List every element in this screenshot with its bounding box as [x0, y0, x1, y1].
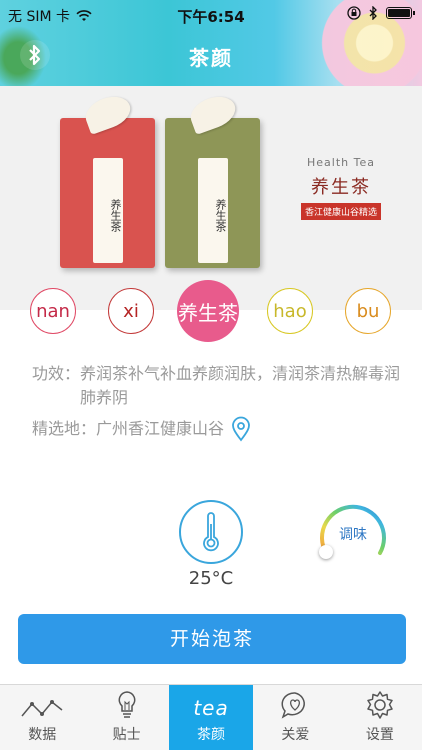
temperature-button[interactable] — [179, 500, 243, 564]
location-pin-icon[interactable] — [230, 416, 252, 442]
tab-label-settings: 设置 — [365, 727, 394, 743]
tab-label-tea: 茶颜 — [197, 727, 226, 743]
tab-bar: 数据 贴士 tea 茶颜 关爱 设置 — [0, 684, 422, 750]
bluetooth-status-icon — [369, 6, 377, 20]
battery-icon — [386, 7, 415, 19]
tea-option-selected[interactable]: 养生茶 — [177, 280, 239, 342]
tea-option-hao[interactable]: hao — [267, 288, 313, 334]
tea-tag — [186, 91, 240, 135]
tab-label-care: 关爱 — [281, 727, 310, 743]
chart-line-icon — [21, 700, 63, 717]
page-title: 茶颜 — [189, 46, 233, 70]
temperature-value: 25°C — [188, 568, 234, 589]
flavor-dial[interactable]: 调味 — [316, 498, 390, 572]
tab-data[interactable]: 数据 — [0, 685, 84, 750]
caption-chinese: 养生茶 — [311, 177, 371, 198]
efficacy-label: 功效： — [32, 364, 81, 383]
efficacy-row: 功效： 养润茶补气补血养颜润肤，清润茶清热解毒润肺养阴 — [32, 362, 402, 410]
tab-care[interactable]: 关爱 — [253, 685, 337, 750]
tab-tea[interactable]: tea 茶颜 — [168, 685, 254, 750]
tea-box-label: 养生茶 — [198, 158, 228, 263]
tea-box-red: 养生茶 — [60, 91, 155, 268]
tea-box-label: 养生茶 — [93, 158, 123, 263]
tea-tag — [81, 91, 135, 135]
header: 无 SIM 卡 下午6:54 茶颜 — [0, 0, 422, 86]
tea-option-xi[interactable]: xi — [108, 288, 154, 334]
rotation-lock-icon — [347, 6, 361, 20]
lightbulb-icon — [118, 691, 136, 718]
tea-option-bu[interactable]: bu — [345, 288, 391, 334]
tea-selector: nan xi 养生茶 hao bu — [0, 280, 422, 342]
heart-chat-icon — [281, 692, 306, 719]
product-caption: Health Tea 养生茶 香江健康山谷精选 — [286, 156, 396, 220]
status-right — [347, 6, 415, 20]
gear-icon — [367, 691, 393, 719]
tea-logo-icon: tea — [193, 696, 229, 720]
product-image: 养生茶 养生茶 Health Tea 养生茶 香江健康山谷精选 — [0, 86, 422, 310]
start-brewing-button[interactable]: 开始泡茶 — [18, 614, 406, 664]
flavor-label: 调味 — [339, 527, 367, 543]
thermometer-icon — [203, 512, 219, 552]
origin-value: 广州香江健康山谷 — [96, 419, 225, 438]
tea-box-green: 养生茶 — [165, 91, 260, 268]
caption-english: Health Tea — [307, 156, 375, 169]
caption-badge: 香江健康山谷精选 — [300, 203, 381, 220]
tab-label-data: 数据 — [28, 727, 57, 743]
tab-label-tips: 贴士 — [112, 727, 141, 743]
origin-label: 精选地： — [32, 419, 97, 438]
flavor-knob[interactable] — [319, 545, 333, 559]
tea-option-nan[interactable]: nan — [30, 288, 76, 334]
tab-tips[interactable]: 贴士 — [84, 685, 168, 750]
status-bar: 无 SIM 卡 下午6:54 — [0, 0, 422, 30]
tab-settings[interactable]: 设置 — [338, 685, 422, 750]
origin-row: 精选地： 广州香江健康山谷 — [32, 416, 402, 442]
efficacy-value: 养润茶补气补血养颜润肤，清润茶清热解毒润肺养阴 — [80, 364, 401, 407]
tea-info: 功效： 养润茶补气补血养颜润肤，清润茶清热解毒润肺养阴 精选地： 广州香江健康山… — [32, 362, 402, 442]
